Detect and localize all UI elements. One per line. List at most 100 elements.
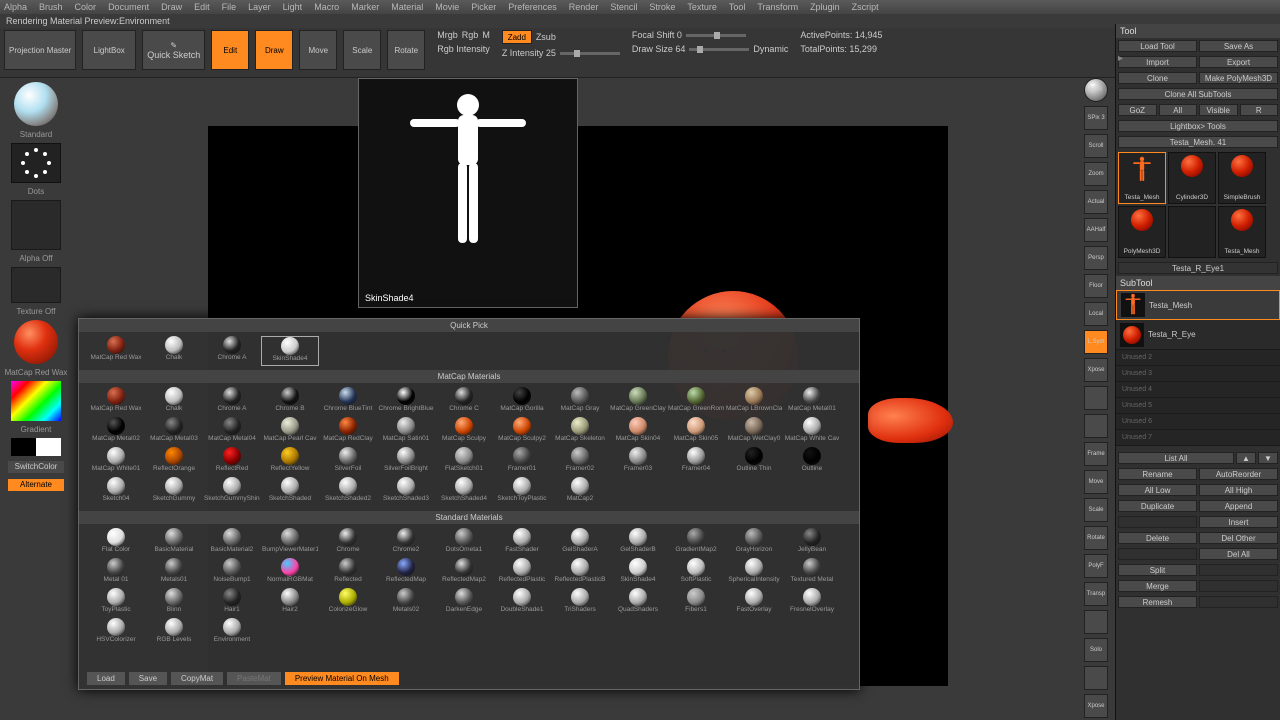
material-matcap-skin05[interactable]: MatCap Skin05 <box>667 417 725 446</box>
menu-macro[interactable]: Macro <box>314 2 339 12</box>
subtool-slot-unused[interactable]: Unused 5 <box>1116 398 1280 414</box>
mrgb-toggle[interactable]: Mrgb <box>437 30 458 40</box>
material-normalrgbmat[interactable]: NormalRGBMat <box>261 558 319 587</box>
quicksketch-button[interactable]: ✎Quick Sketch <box>142 30 205 70</box>
subtool-slot-unused[interactable]: Unused 4 <box>1116 382 1280 398</box>
material-matcap-gorilla[interactable]: MatCap Gorilla <box>493 387 551 416</box>
material-matcap-gray[interactable]: MatCap Gray <box>551 387 609 416</box>
list-all-button[interactable]: List All <box>1118 452 1234 464</box>
move-up-button[interactable]: ▲ <box>1236 452 1256 464</box>
clone-all-subtools-button[interactable]: Clone All SubTools <box>1118 88 1278 100</box>
material-doubleshade1[interactable]: DoubleShade1 <box>493 588 551 617</box>
alpha-thumbnail[interactable] <box>11 200 61 250</box>
tool-thumb-empty[interactable] <box>1168 206 1216 258</box>
tool-thumb-testa_mesh[interactable]: Testa_Mesh <box>1118 152 1166 204</box>
material-colorizeglow[interactable]: ColorizeGlow <box>319 588 377 617</box>
shelf-icon-12[interactable] <box>1084 414 1108 438</box>
draw-size-slider[interactable]: Draw Size 64 <box>632 44 686 54</box>
lightbox>-tools-button[interactable]: Lightbox> Tools <box>1118 120 1278 132</box>
material-matcap-red-wax[interactable]: MatCap Red Wax <box>87 387 145 416</box>
material-skinshade4[interactable]: SkinShade4 <box>261 336 319 366</box>
tool-thumb-testa_mesh[interactable]: Testa_Mesh <box>1218 206 1266 258</box>
shelf-icon-11[interactable] <box>1084 386 1108 410</box>
menu-tool[interactable]: Tool <box>729 2 746 12</box>
shelf-solo[interactable]: Solo <box>1084 638 1108 662</box>
scale-button[interactable]: Scale <box>343 30 381 70</box>
material-quadshaders[interactable]: QuadShaders <box>609 588 667 617</box>
material-framer02[interactable]: Framer02 <box>551 447 609 476</box>
material-chrome-brightblue[interactable]: Chrome BrightBlue <box>377 387 435 416</box>
material-skinshade4[interactable]: SkinShade4 <box>609 558 667 587</box>
material-environment[interactable]: Environment <box>203 618 261 647</box>
menu-stroke[interactable]: Stroke <box>649 2 675 12</box>
rotate-button[interactable]: Rotate <box>387 30 425 70</box>
material-fastshader[interactable]: FastShader <box>493 528 551 557</box>
projection-master-button[interactable]: Projection Master <box>4 30 76 70</box>
menu-zscript[interactable]: Zscript <box>852 2 879 12</box>
material-chrome-bluetint[interactable]: Chrome BlueTint <box>319 387 377 416</box>
material-bumpviewermater1[interactable]: BumpViewerMater1 <box>261 528 319 557</box>
mat-save-button[interactable]: Save <box>129 672 167 685</box>
mat-paste-button[interactable]: PasteMat <box>227 672 281 685</box>
split-button[interactable]: Split <box>1118 564 1197 576</box>
material-fibers1[interactable]: Fibers1 <box>667 588 725 617</box>
material-framer03[interactable]: Framer03 <box>609 447 667 476</box>
material-matcap-greenclay[interactable]: MatCap GreenClay <box>609 387 667 416</box>
load-tool-button[interactable]: Load Tool <box>1118 40 1197 52</box>
material-flat-color[interactable]: Flat Color <box>87 528 145 557</box>
material-reflected[interactable]: Reflected <box>319 558 377 587</box>
shelf-icon-21[interactable] <box>1084 666 1108 690</box>
material-reflectorange[interactable]: ReflectOrange <box>145 447 203 476</box>
color-swatches[interactable] <box>11 438 61 456</box>
material-matcap-skeleton[interactable]: MatCap Skeleton <box>551 417 609 446</box>
menu-stencil[interactable]: Stencil <box>610 2 637 12</box>
menu-material[interactable]: Material <box>391 2 423 12</box>
all-high-button[interactable]: All High <box>1199 484 1278 496</box>
material-matcap-white01[interactable]: MatCap White01 <box>87 447 145 476</box>
material-sketchshaded2[interactable]: SketchShaded2 <box>319 477 377 506</box>
menu-file[interactable]: File <box>222 2 237 12</box>
material-sketch04[interactable]: Sketch04 <box>87 477 145 506</box>
material-chrome-a[interactable]: Chrome A <box>203 336 261 366</box>
material-reflectedmap[interactable]: ReflectedMap <box>377 558 435 587</box>
material-matcap-wetclay0[interactable]: MatCap WetClay0 <box>725 417 783 446</box>
subtool-testa_r_eye[interactable]: Testa_R_Eye <box>1116 320 1280 350</box>
material-reflectedplasticb[interactable]: ReflectedPlasticB <box>551 558 609 587</box>
material-chrome-b[interactable]: Chrome B <box>261 387 319 416</box>
append-button[interactable]: Append <box>1199 500 1278 512</box>
menu-render[interactable]: Render <box>569 2 599 12</box>
menu-transform[interactable]: Transform <box>757 2 798 12</box>
material-blinn[interactable]: Blinn <box>145 588 203 617</box>
subtool-testa_mesh[interactable]: Testa_Mesh <box>1116 290 1280 320</box>
menu-document[interactable]: Document <box>108 2 149 12</box>
mat-copy-button[interactable]: CopyMat <box>171 672 223 685</box>
subtool-slot-unused[interactable]: Unused 6 <box>1116 414 1280 430</box>
material-matcap-red-wax[interactable]: MatCap Red Wax <box>87 336 145 366</box>
shelf-icon-19[interactable] <box>1084 610 1108 634</box>
menu-light[interactable]: Light <box>283 2 303 12</box>
material-softplastic[interactable]: SoftPlastic <box>667 558 725 587</box>
material-reflectedplastic[interactable]: ReflectedPlastic <box>493 558 551 587</box>
menu-alpha[interactable]: Alpha <box>4 2 27 12</box>
material-silverfoilbright[interactable]: SilverFoilBright <box>377 447 435 476</box>
material-textured-metal[interactable]: Textured Metal <box>783 558 841 587</box>
material-matcap-metal01[interactable]: MatCap Metal01 <box>783 387 841 416</box>
delete-button[interactable]: Delete <box>1118 532 1197 544</box>
shelf-bpr[interactable]: BPR <box>1084 78 1108 102</box>
material-metals01[interactable]: Metals01 <box>145 558 203 587</box>
import-button[interactable]: Import <box>1118 56 1197 68</box>
subtool-slot-unused[interactable]: Unused 2 <box>1116 350 1280 366</box>
material-noisebump1[interactable]: NoiseBump1 <box>203 558 261 587</box>
shelf-local[interactable]: Local <box>1084 302 1108 326</box>
texture-thumbnail[interactable] <box>11 267 61 303</box>
material-hair2[interactable]: Hair2 <box>261 588 319 617</box>
menu-movie[interactable]: Movie <box>435 2 459 12</box>
zsub-toggle[interactable]: Zsub <box>536 32 556 42</box>
shelf-rotate[interactable]: Rotate <box>1084 526 1108 550</box>
menu-picker[interactable]: Picker <box>471 2 496 12</box>
material-reflectyellow[interactable]: ReflectYellow <box>261 447 319 476</box>
material-hair1[interactable]: Hair1 <box>203 588 261 617</box>
rgb-intensity-slider[interactable]: Rgb Intensity <box>437 44 490 54</box>
menu-edit[interactable]: Edit <box>194 2 210 12</box>
merge-button[interactable]: Merge <box>1118 580 1197 592</box>
